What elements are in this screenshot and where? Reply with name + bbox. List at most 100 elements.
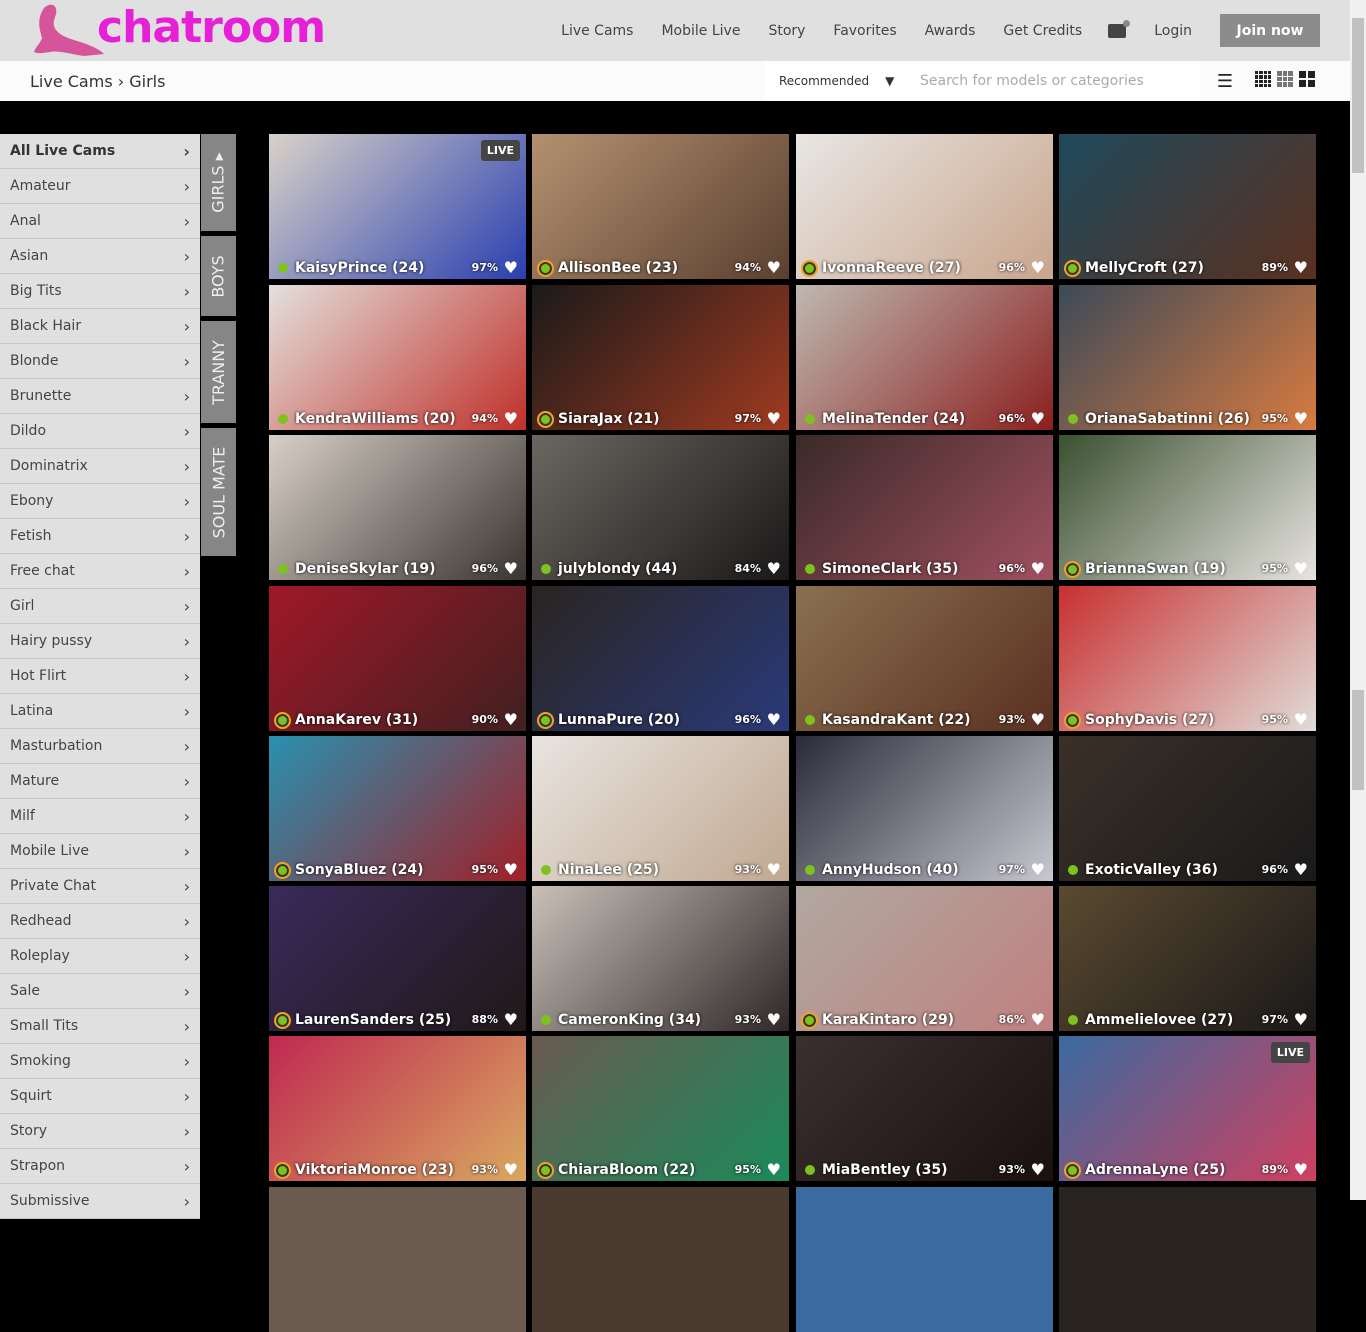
sidebar-item[interactable]: Anal › [0,204,200,239]
model-card[interactable]: AnnyHudson (40) 97% ♥ [796,736,1053,881]
heart-icon[interactable]: ♥ [767,1010,781,1029]
heart-icon[interactable]: ♥ [1294,1160,1308,1179]
sidebar-item[interactable]: Brunette › [0,379,200,414]
model-card[interactable]: LIVE AdrennaLyne (25) 89% ♥ [1059,1036,1316,1181]
model-card[interactable]: ChiaraBloom (22) 95% ♥ [532,1036,789,1181]
heart-icon[interactable]: ♥ [767,1160,781,1179]
nav-awards[interactable]: Awards [925,23,976,39]
heart-icon[interactable]: ♥ [767,559,781,578]
model-card[interactable]: AnnaKarev (31) 90% ♥ [269,586,526,731]
model-card[interactable]: ViktoriaMonroe (23) 93% ♥ [269,1036,526,1181]
sidebar-item[interactable]: Free chat › [0,554,200,589]
heart-icon[interactable]: ♥ [504,710,518,729]
sidebar-item[interactable]: Redhead › [0,904,200,939]
sidebar-item[interactable]: Amateur › [0,169,200,204]
sidebar-item[interactable]: Masturbation › [0,729,200,764]
nav-story[interactable]: Story [768,23,805,39]
nav-live-cams[interactable]: Live Cams [561,23,633,39]
breadcrumb-live-cams[interactable]: Live Cams [30,72,113,91]
sidebar-item[interactable]: Story › [0,1114,200,1149]
model-card[interactable] [796,1187,1053,1332]
sidebar-item[interactable]: Sale › [0,974,200,1009]
scrollbar[interactable] [1350,0,1366,1200]
heart-icon[interactable]: ♥ [1031,860,1045,879]
search-input[interactable] [905,61,1200,101]
heart-icon[interactable]: ♥ [1294,409,1308,428]
nav-get-credits[interactable]: Get Credits [1003,23,1082,39]
model-card[interactable]: MelinaTender (24) 96% ♥ [796,285,1053,430]
model-card[interactable]: OrianaSabatinni (26) 95% ♥ [1059,285,1316,430]
heart-icon[interactable]: ♥ [504,409,518,428]
heart-icon[interactable]: ♥ [504,1160,518,1179]
sidebar-item[interactable]: Blonde › [0,344,200,379]
model-card[interactable] [532,1187,789,1332]
model-card[interactable]: MellyCroft (27) 89% ♥ [1059,134,1316,279]
sidebar-item[interactable]: Roleplay › [0,939,200,974]
grid-small-icon[interactable] [1255,71,1271,87]
sidebar-item[interactable]: Big Tits › [0,274,200,309]
sidebar-item[interactable]: Latina › [0,694,200,729]
model-card[interactable]: AllisonBee (23) 94% ♥ [532,134,789,279]
model-card[interactable]: LunnaPure (20) 96% ♥ [532,586,789,731]
model-card[interactable] [269,1187,526,1332]
heart-icon[interactable]: ♥ [1031,559,1045,578]
model-card[interactable]: LIVE KaisyPrince (24) 97% ♥ [269,134,526,279]
heart-icon[interactable]: ♥ [504,559,518,578]
model-card[interactable]: SimoneClark (35) 96% ♥ [796,435,1053,580]
model-card[interactable]: SonyaBluez (24) 95% ♥ [269,736,526,881]
sidebar-item[interactable]: Small Tits › [0,1009,200,1044]
scrollbar-thumb[interactable] [1352,18,1364,173]
tab-soul-mate[interactable]: SOUL MATE [201,428,236,556]
model-card[interactable]: KaraKintaro (29) 86% ♥ [796,886,1053,1031]
heart-icon[interactable]: ♥ [1294,1010,1308,1029]
model-card[interactable]: ExoticValley (36) 96% ♥ [1059,736,1316,881]
sidebar-item[interactable]: Strapon › [0,1149,200,1184]
chat-bubble-icon[interactable] [1108,19,1131,38]
model-card[interactable]: NinaLee (25) 93% ♥ [532,736,789,881]
model-card[interactable]: MiaBentley (35) 93% ♥ [796,1036,1053,1181]
heart-icon[interactable]: ♥ [504,1010,518,1029]
grid-large-icon[interactable] [1299,71,1315,87]
sidebar-item[interactable]: Submissive › [0,1184,200,1219]
model-card[interactable]: Ammelielovee (27) 97% ♥ [1059,886,1316,1031]
sidebar-item[interactable]: Squirt › [0,1079,200,1114]
heart-icon[interactable]: ♥ [767,710,781,729]
heart-icon[interactable]: ♥ [1294,710,1308,729]
heart-icon[interactable]: ♥ [504,258,518,277]
sidebar-item[interactable]: Dildo › [0,414,200,449]
login-link[interactable]: Login [1154,23,1192,39]
heart-icon[interactable]: ♥ [1031,258,1045,277]
sidebar-item[interactable]: Ebony › [0,484,200,519]
heart-icon[interactable]: ♥ [1031,1010,1045,1029]
heart-icon[interactable]: ♥ [767,860,781,879]
tab-boys[interactable]: BOYS [201,236,236,316]
sidebar-item[interactable]: Black Hair › [0,309,200,344]
model-card[interactable]: KendraWilliams (20) 94% ♥ [269,285,526,430]
sidebar-item[interactable]: Fetish › [0,519,200,554]
heart-icon[interactable]: ♥ [1294,258,1308,277]
grid-medium-icon[interactable] [1277,71,1293,87]
heart-icon[interactable]: ♥ [1031,409,1045,428]
nav-favorites[interactable]: Favorites [833,23,896,39]
sidebar-item[interactable]: Hot Flirt › [0,659,200,694]
sidebar-item[interactable]: All Live Cams › [0,134,200,169]
model-card[interactable]: SiaraJax (21) 97% ♥ [532,285,789,430]
sidebar-item[interactable]: Hairy pussy › [0,624,200,659]
heart-icon[interactable]: ♥ [1031,1160,1045,1179]
model-card[interactable]: SophyDavis (27) 95% ♥ [1059,586,1316,731]
model-card[interactable] [1059,1187,1316,1332]
heart-icon[interactable]: ♥ [1294,860,1308,879]
sort-dropdown[interactable]: Recommended ▼ [765,61,905,101]
tab-tranny[interactable]: TRANNY [201,321,236,423]
heart-icon[interactable]: ♥ [767,409,781,428]
tab-girls[interactable]: GIRLS ▸ [201,134,236,231]
model-card[interactable]: julyblondy (44) 84% ♥ [532,435,789,580]
heart-icon[interactable]: ♥ [1294,559,1308,578]
sidebar-item[interactable]: Dominatrix › [0,449,200,484]
model-card[interactable]: IvonnaReeve (27) 96% ♥ [796,134,1053,279]
model-card[interactable]: CameronKing (34) 93% ♥ [532,886,789,1031]
join-now-button[interactable]: Join now [1220,14,1320,47]
sidebar-item[interactable]: Milf › [0,799,200,834]
heart-icon[interactable]: ♥ [1031,710,1045,729]
model-card[interactable]: KasandraKant (22) 93% ♥ [796,586,1053,731]
